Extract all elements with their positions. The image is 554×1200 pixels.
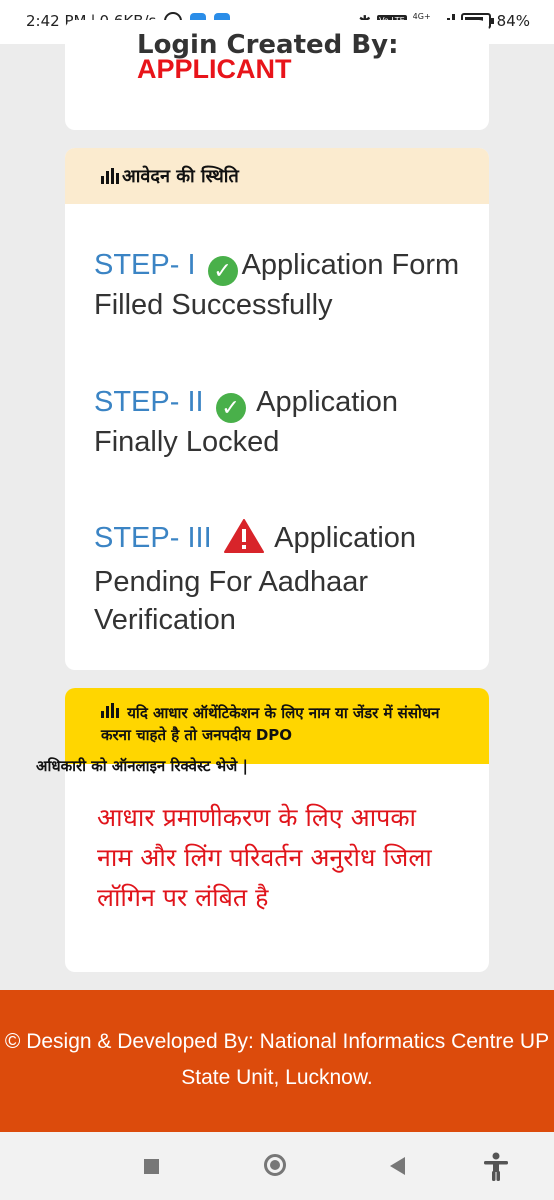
- step-label: STEP- II: [94, 386, 204, 418]
- footer-text: © Design & Developed By: National Inform…: [4, 1030, 550, 1089]
- bar-chart-icon: [101, 168, 119, 184]
- battery-percent: 84%: [496, 12, 530, 30]
- pending-message: आधार प्रमाणीकरण के लिए आपका नाम और लिंग …: [97, 803, 432, 912]
- check-icon: ✓: [215, 393, 246, 423]
- notice-bar: यदि आधार ऑथेंटिकेशन के लिए नाम या जेंडर …: [65, 688, 489, 764]
- step-3: STEP- III Application Pending For Aadhaa…: [94, 519, 464, 639]
- notice-text-overflow: अधिकारी को ऑनलाइन रिक्वेस्ट भेजे |: [36, 757, 249, 775]
- system-nav-bar: [0, 1132, 554, 1200]
- check-icon: ✓: [207, 256, 238, 286]
- status-card-header: आवेदन की स्थिति: [65, 148, 489, 204]
- home-button[interactable]: [264, 1154, 286, 1176]
- notice-card: यदि आधार ऑथेंटिकेशन के लिए नाम या जेंडर …: [65, 688, 489, 972]
- notice-text: यदि आधार ऑथेंटिकेशन के लिए नाम या जेंडर …: [101, 704, 440, 744]
- application-status-card: आवेदन की स्थिति STEP- I ✓ Application For…: [65, 148, 489, 670]
- login-info-card: Login Created By: APPLICANT: [65, 20, 489, 130]
- step-label: STEP- III: [94, 522, 212, 554]
- step-2: STEP- II ✓ Application Finally Locked: [94, 383, 464, 461]
- footer: © Design & Developed By: National Inform…: [0, 990, 554, 1132]
- warning-icon: [223, 519, 264, 563]
- accessibility-icon[interactable]: [482, 1152, 510, 1186]
- step-label: STEP- I: [94, 249, 196, 281]
- status-card-title: आवेदन की स्थिति: [122, 166, 239, 187]
- login-created-by-value: APPLICANT: [137, 54, 292, 84]
- step-1: STEP- I ✓ Application Form Filled Success…: [94, 246, 464, 324]
- recents-button[interactable]: [144, 1159, 159, 1174]
- bar-chart-icon: [101, 702, 119, 718]
- back-button[interactable]: [390, 1157, 405, 1175]
